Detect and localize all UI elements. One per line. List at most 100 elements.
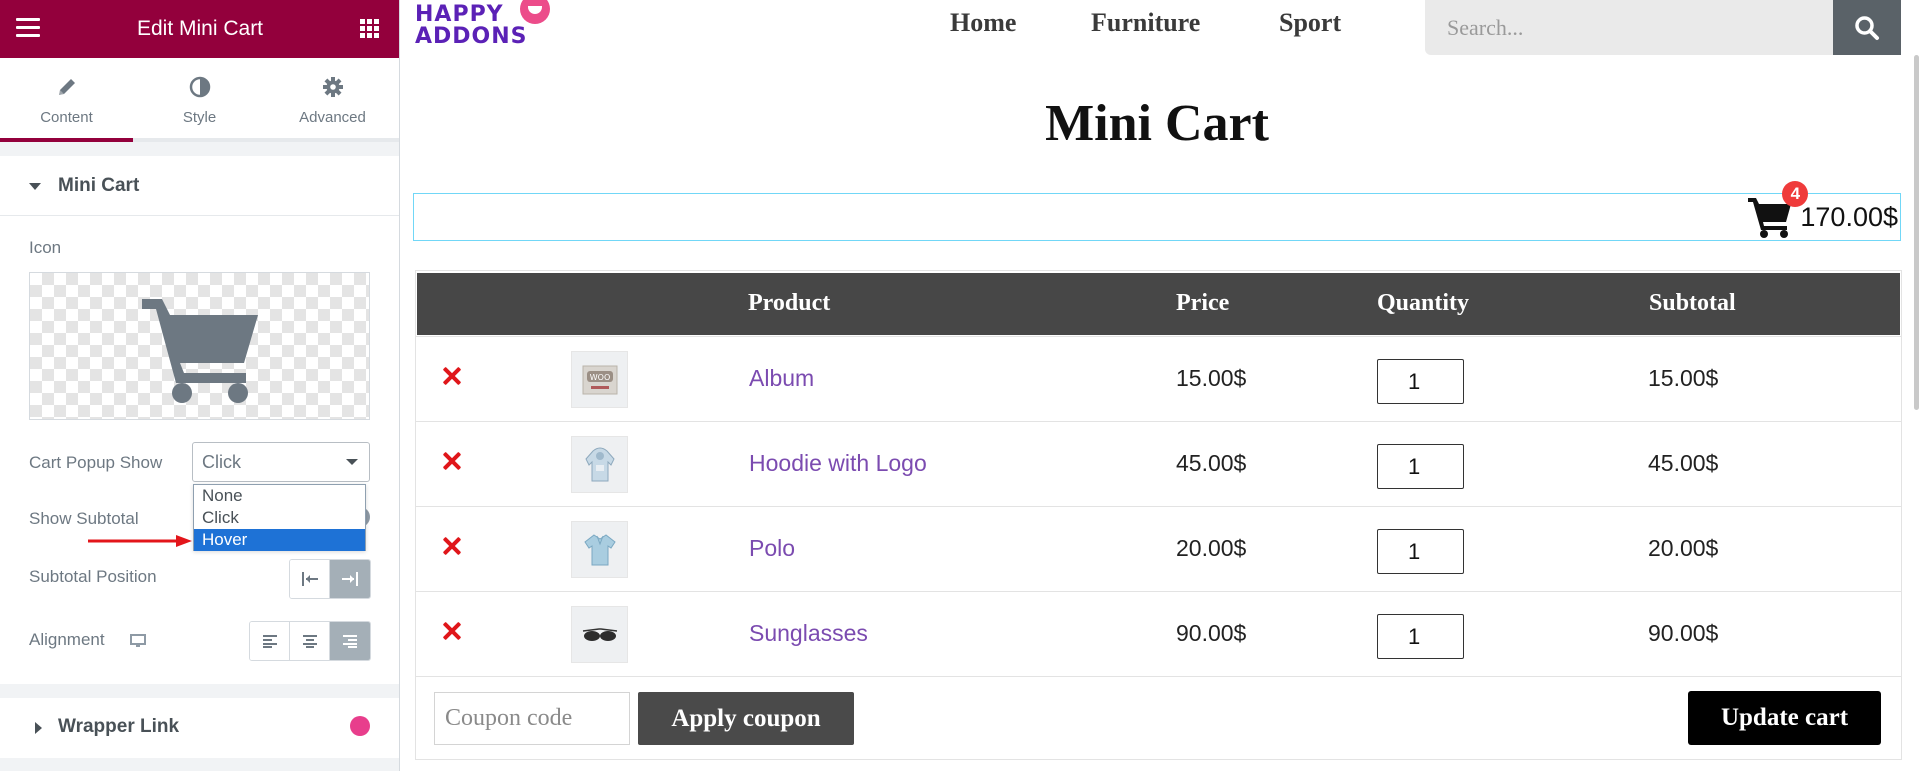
pencil-icon [0,76,133,100]
product-name-link[interactable]: Hoodie with Logo [749,450,927,477]
annotation-arrow-icon [88,535,192,547]
remove-item-icon[interactable] [441,450,463,472]
cart-table-header: Product Price Quantity Subtotal [417,273,1900,335]
product-name-link[interactable]: Album [749,365,814,392]
tab-advanced[interactable]: Advanced [266,58,399,142]
mini-cart-widget: 4 170.00$ [413,181,1901,241]
quantity-input[interactable] [1377,359,1464,404]
section-mini-cart-header[interactable]: Mini Cart [0,156,399,216]
subtotal-position-right-button[interactable] [330,560,370,598]
header-quantity: Quantity [1377,290,1470,316]
site-preview: HAPPY ADDONS Home Furniture Sport Mini C… [401,0,1919,771]
subtotal-position-left-button[interactable] [290,560,330,598]
coupon-code-input[interactable] [434,692,630,745]
tab-content[interactable]: Content [0,58,133,142]
search-box [1425,0,1833,55]
quantity-input[interactable] [1377,614,1464,659]
tabs-shadow [133,138,399,142]
logo-face-icon [520,0,550,24]
alignment-group [249,621,371,661]
tab-advanced-label: Advanced [299,109,366,126]
remove-item-icon[interactable] [441,535,463,557]
alignment-label: Alignment [29,630,105,649]
mini-cart-button[interactable]: 4 170.00$ [1748,181,1900,240]
hoodie-icon [584,447,615,481]
section-mini-cart-title: Mini Cart [58,175,140,196]
section-wrapper-link[interactable]: Wrapper Link [0,698,399,758]
icon-picker-preview[interactable] [29,272,370,420]
update-cart-button[interactable]: Update cart [1688,691,1881,745]
align-left-button[interactable] [250,622,290,660]
text-align-right-icon [343,635,357,648]
table-row: Polo 20.00$ 20.00$ [416,506,1901,591]
remove-item-icon[interactable] [441,620,463,642]
product-name-link[interactable]: Sunglasses [749,620,868,647]
remove-item-icon[interactable] [441,365,463,387]
caret-down-icon [29,183,41,190]
text-align-left-icon [262,635,277,648]
woo-album-icon: WOO [582,365,617,394]
align-end-icon [342,572,358,586]
product-price: 45.00$ [1176,450,1247,476]
widgets-grid-icon[interactable] [360,19,380,39]
align-center-button[interactable] [290,622,330,660]
search-input[interactable] [1425,0,1833,55]
quantity-input[interactable] [1377,529,1464,574]
nav-item-home[interactable]: Home [950,8,1016,38]
option-none[interactable]: None [194,485,365,507]
product-name-link[interactable]: Polo [749,535,795,562]
gear-icon [266,76,399,100]
cart-table: Product Price Quantity Subtotal WOO Albu… [415,270,1902,760]
product-thumbnail[interactable] [571,436,628,493]
tab-style-label: Style [182,109,217,126]
cart-total: 170.00$ [1800,201,1898,232]
product-subtotal: 20.00$ [1648,535,1719,561]
header-price: Price [1176,290,1230,316]
apply-coupon-button[interactable]: Apply coupon [638,692,854,745]
cart-popup-show-options: None Click Hover [193,484,366,551]
product-thumbnail[interactable] [571,521,628,578]
chevron-down-icon [346,459,358,465]
polo-shirt-icon [583,533,616,565]
show-subtotal-label: Show Subtotal [29,509,139,528]
logo-line2: ADDONS [415,24,528,49]
panel-tabs: Content Style Advanced [0,58,399,142]
half-circle-icon [133,76,266,100]
editor-panel: Edit Mini Cart Content Style Advanced Mi… [0,0,400,771]
subtotal-position-label: Subtotal Position [29,567,157,586]
nav-item-sport[interactable]: Sport [1279,8,1341,38]
page-scrollbar[interactable] [1914,55,1919,410]
product-thumbnail[interactable]: WOO [571,351,628,408]
tab-style[interactable]: Style [133,58,266,142]
table-row: Sunglasses 90.00$ 90.00$ [416,591,1901,676]
cart-popup-show-select[interactable]: Click [192,442,370,482]
cart-popup-show-label: Cart Popup Show [29,453,163,472]
cart-popup-show-value: Click [202,452,241,472]
happy-addons-badge-icon [350,716,370,736]
icon-control-label: Icon [29,238,62,257]
product-thumbnail[interactable] [571,606,628,663]
tab-content-label: Content [40,109,93,126]
option-click[interactable]: Click [194,507,365,529]
header-subtotal: Subtotal [1649,290,1736,316]
product-price: 15.00$ [1176,365,1247,391]
panel-header: Edit Mini Cart [0,0,399,58]
subtotal-position-group [289,559,371,599]
table-row: WOO Album 15.00$ 15.00$ [416,336,1901,421]
cart-icon: 4 [1748,181,1809,240]
product-subtotal: 90.00$ [1648,620,1719,646]
align-right-button[interactable] [330,622,370,660]
cart-icon [142,299,258,403]
happy-addons-logo[interactable]: HAPPY ADDONS [413,0,550,50]
align-start-icon [301,572,318,586]
search-button[interactable] [1833,0,1901,55]
nav-item-furniture[interactable]: Furniture [1091,8,1200,38]
section-wrapper-link-title: Wrapper Link [58,716,180,737]
sunglasses-icon [582,627,617,641]
header-product: Product [748,290,831,316]
panel-title: Edit Mini Cart [136,17,264,40]
svg-text:WOO: WOO [589,373,610,382]
quantity-input[interactable] [1377,444,1464,489]
desktop-icon[interactable] [130,634,146,653]
option-hover[interactable]: Hover [194,529,365,551]
